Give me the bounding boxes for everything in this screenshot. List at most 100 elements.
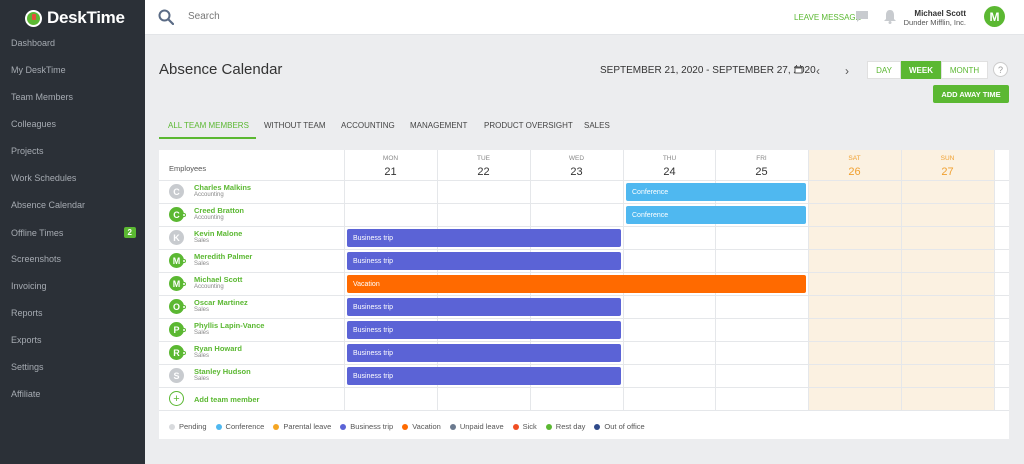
sidebar-item-dashboard[interactable]: Dashboard: [11, 38, 136, 48]
app-logo[interactable]: DeskTime: [25, 7, 125, 29]
legend-item: Conference: [215, 422, 265, 431]
absence-calendar-grid: Employees MON 21 TUE 22 WED 23 THU 24 FRI 25 SAT 26…: [159, 150, 1009, 439]
day-name: FRI: [756, 155, 767, 162]
legend-color-dot: [215, 423, 222, 430]
absence-bar-conference[interactable]: Conference: [626, 206, 806, 224]
previous-week-button[interactable]: ‹: [816, 64, 820, 78]
sidebar-item-team-members[interactable]: Team Members: [11, 92, 136, 102]
top-bar: Search LEAVE MESSAGE Michael Scott Dunde…: [145, 0, 1024, 35]
employee-name-link[interactable]: Oscar Martinez: [194, 298, 248, 307]
sidebar-item-label: Dashboard: [11, 38, 56, 48]
day-number: 26: [848, 166, 861, 178]
user-avatar[interactable]: M: [984, 6, 1005, 27]
grid-column-divider: [994, 150, 995, 411]
legend-label: Out of office: [604, 422, 645, 431]
next-week-button[interactable]: ›: [845, 64, 849, 78]
sidebar-item-settings[interactable]: Settings: [11, 362, 136, 372]
view-week-button[interactable]: WEEK: [901, 61, 941, 79]
app-name: DeskTime: [47, 8, 125, 27]
tab-sales[interactable]: SALES: [584, 121, 610, 130]
employee-department: Sales: [194, 353, 210, 359]
sidebar-item-colleagues[interactable]: Colleagues: [11, 119, 136, 129]
avatar-initial: C: [173, 209, 180, 220]
view-day-button[interactable]: DAY: [867, 61, 901, 79]
grid-row-divider: [159, 180, 1009, 181]
sidebar-item-exports[interactable]: Exports: [11, 335, 136, 345]
legend-color-dot: [545, 423, 552, 430]
legend-color-dot: [169, 423, 175, 430]
view-month-button[interactable]: MONTH: [941, 61, 988, 79]
add-away-time-button[interactable]: ADD AWAY TIME: [933, 85, 1009, 103]
day-number: 25: [755, 166, 768, 178]
employee-avatar: R: [169, 345, 186, 360]
legend-item: Business trip: [340, 422, 393, 431]
search-icon[interactable]: [158, 9, 174, 25]
legend-label: Sick: [522, 422, 537, 431]
grid-column-divider: [901, 150, 902, 411]
absence-bar-business[interactable]: Business trip: [347, 321, 621, 339]
leave-message-link[interactable]: LEAVE MESSAGE: [794, 13, 861, 22]
absence-label: Business trip: [353, 234, 394, 242]
employee-name-link[interactable]: Ryan Howard: [194, 344, 242, 353]
legend-label: Vacation: [412, 422, 441, 431]
search-input[interactable]: Search: [188, 11, 220, 22]
employee-department: Sales: [194, 330, 210, 336]
sidebar-item-affiliate[interactable]: Affiliate: [11, 389, 136, 399]
sidebar-item-label: Projects: [11, 146, 44, 156]
sidebar-item-offline-times[interactable]: Offline Times 2: [11, 227, 136, 238]
avatar-initial: M: [172, 255, 181, 266]
absence-bar-business[interactable]: Business trip: [347, 344, 621, 362]
employee-department: Sales: [194, 261, 210, 267]
sidebar-item-label: Screenshots: [11, 254, 62, 264]
employee-name-link[interactable]: Michael Scott: [194, 275, 242, 284]
sidebar-item-reports[interactable]: Reports: [11, 308, 136, 318]
absence-label: Business trip: [353, 372, 394, 380]
employee-name-link[interactable]: Meredith Palmer: [194, 252, 252, 261]
sidebar-item-invoicing[interactable]: Invoicing: [11, 281, 136, 291]
employee-name-link[interactable]: Creed Bratton: [194, 206, 244, 215]
help-icon[interactable]: ?: [993, 62, 1008, 77]
sidebar-item-projects[interactable]: Projects: [11, 146, 136, 156]
tab-all-team-members[interactable]: ALL TEAM MEMBERS: [168, 121, 249, 130]
absence-label: Business trip: [353, 257, 394, 265]
absence-bar-business[interactable]: Business trip: [347, 367, 621, 385]
avatar-initial: K: [173, 232, 180, 243]
legend-color-dot: [273, 423, 280, 430]
avatar-initial: S: [173, 370, 180, 381]
tab-management[interactable]: MANAGEMENT: [410, 121, 467, 130]
employee-name-link[interactable]: Kevin Malone: [194, 229, 242, 238]
employee-name-link[interactable]: Stanley Hudson: [194, 367, 251, 376]
legend-item: Vacation: [402, 422, 441, 431]
absence-bar-business[interactable]: Business trip: [347, 252, 621, 270]
day-name: SAT: [848, 155, 861, 162]
legend-label: Conference: [225, 422, 265, 431]
calendar-icon[interactable]: [794, 65, 803, 74]
absence-bar-business[interactable]: Business trip: [347, 229, 621, 247]
legend-item: Out of office: [594, 422, 645, 431]
grid-row-divider: [159, 249, 1009, 250]
add-member-icon[interactable]: +: [169, 391, 184, 406]
employee-name-link[interactable]: Charles Malkins: [194, 183, 251, 192]
sidebar-item-screenshots[interactable]: Screenshots: [11, 254, 136, 264]
employee-avatar: S: [169, 368, 184, 383]
sidebar-item-work-schedules[interactable]: Work Schedules: [11, 173, 136, 183]
bell-icon[interactable]: [883, 9, 897, 24]
grid-row-divider: [159, 203, 1009, 204]
sidebar-item-absence-calendar[interactable]: Absence Calendar: [11, 200, 136, 210]
tab-without-team[interactable]: WITHOUT TEAM: [264, 121, 325, 130]
sidebar-item-my-desktime[interactable]: My DeskTime: [11, 65, 136, 75]
tab-product-oversight[interactable]: PRODUCT OVERSIGHT: [484, 121, 573, 130]
legend-label: Unpaid leave: [459, 422, 504, 431]
sidebar-item-label: Colleagues: [11, 119, 57, 129]
employee-avatar: O: [169, 299, 186, 314]
absence-bar-vacation[interactable]: Vacation: [347, 275, 806, 293]
legend-item: Pending: [169, 422, 207, 431]
legend-color-dot: [449, 423, 456, 430]
tab-accounting[interactable]: ACCOUNTING: [341, 121, 395, 130]
absence-bar-business[interactable]: Business trip: [347, 298, 621, 316]
add-team-member-link[interactable]: Add team member: [194, 395, 259, 404]
absence-bar-conference[interactable]: Conference: [626, 183, 806, 201]
employee-name-link[interactable]: Phyllis Lapin-Vance: [194, 321, 264, 330]
chat-icon[interactable]: [855, 10, 869, 23]
grid-row-divider: [159, 364, 1009, 365]
